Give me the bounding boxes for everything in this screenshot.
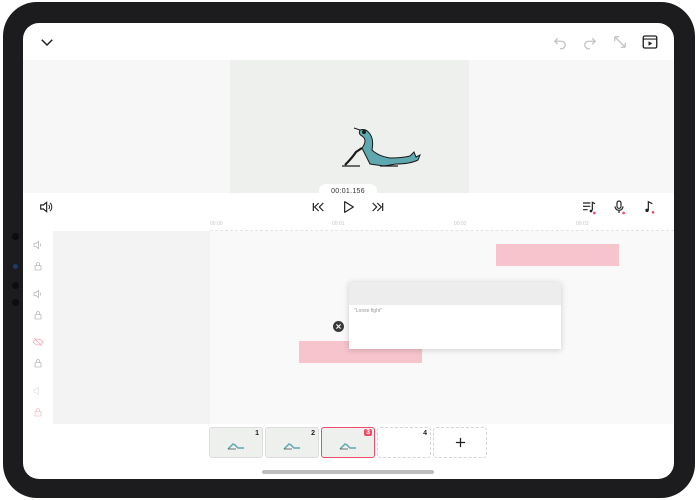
- music-list-icon[interactable]: [580, 198, 598, 216]
- scene-thumb-empty[interactable]: 4: [377, 427, 431, 458]
- preview-area: [23, 60, 674, 193]
- skip-back-icon[interactable]: [309, 198, 327, 216]
- music-note-icon[interactable]: [640, 198, 658, 216]
- scene-figure: [227, 443, 244, 450]
- play-icon[interactable]: [339, 198, 357, 216]
- redo-icon[interactable]: [580, 32, 600, 52]
- home-indicator[interactable]: [262, 470, 434, 474]
- volume-icon[interactable]: [32, 384, 44, 396]
- close-icon[interactable]: [333, 321, 344, 332]
- volume-icon[interactable]: [32, 287, 44, 299]
- scene-number: 2: [311, 430, 315, 437]
- preview-canvas[interactable]: [230, 60, 469, 193]
- track-headers: [23, 231, 53, 424]
- resize-icon[interactable]: [610, 32, 630, 52]
- lock-icon[interactable]: [32, 259, 44, 271]
- camera-dot: [12, 233, 19, 240]
- lock-icon[interactable]: [32, 405, 44, 417]
- sensor-dot: [13, 264, 18, 269]
- ruler-label: 00:01: [332, 221, 345, 227]
- mic-icon[interactable]: [610, 198, 628, 216]
- ruler-label: 00:00: [210, 221, 223, 227]
- scene-thumb[interactable]: 1: [209, 427, 263, 458]
- lock-icon[interactable]: [32, 308, 44, 320]
- scene-strip: 1 2 3 4: [23, 424, 674, 464]
- plus-icon: [455, 437, 465, 448]
- volume-icon[interactable]: [37, 198, 55, 216]
- scene-figure: [339, 443, 356, 450]
- timeline-ruler[interactable]: 00:00 00:01 00:02 00:03: [210, 221, 674, 231]
- popup-header: [349, 282, 561, 305]
- eye-off-icon[interactable]: [32, 335, 44, 347]
- scene-number: 1: [255, 430, 259, 437]
- animated-character: [342, 127, 421, 167]
- scene-number: 3: [364, 429, 372, 436]
- audio-clip[interactable]: [496, 244, 619, 266]
- chevron-down-icon[interactable]: [37, 32, 57, 52]
- volume-icon[interactable]: [32, 238, 44, 250]
- add-scene-button[interactable]: [433, 427, 487, 458]
- scene-figure: [283, 443, 300, 450]
- playback-controls: [23, 193, 674, 221]
- side-dot: [12, 282, 19, 289]
- popup-text: "Loose fight": [354, 308, 383, 314]
- ruler-label: 00:03: [576, 221, 589, 227]
- undo-icon[interactable]: [550, 32, 570, 52]
- ruler-label: 00:02: [454, 221, 467, 227]
- top-toolbar: [23, 23, 674, 60]
- scene-thumb-selected[interactable]: 3: [321, 427, 375, 458]
- side-dot: [12, 299, 19, 306]
- scene-thumb[interactable]: 2: [265, 427, 319, 458]
- clip-popup: "Loose fight": [349, 282, 561, 349]
- app-screen: 00:01.156 00:00 00:01 00:02 00:03 "Loose…: [23, 23, 674, 479]
- film-icon[interactable]: [640, 32, 660, 52]
- lock-icon[interactable]: [32, 356, 44, 368]
- skip-forward-icon[interactable]: [369, 198, 387, 216]
- track-gutter: [53, 231, 210, 424]
- scene-number: 4: [423, 430, 427, 437]
